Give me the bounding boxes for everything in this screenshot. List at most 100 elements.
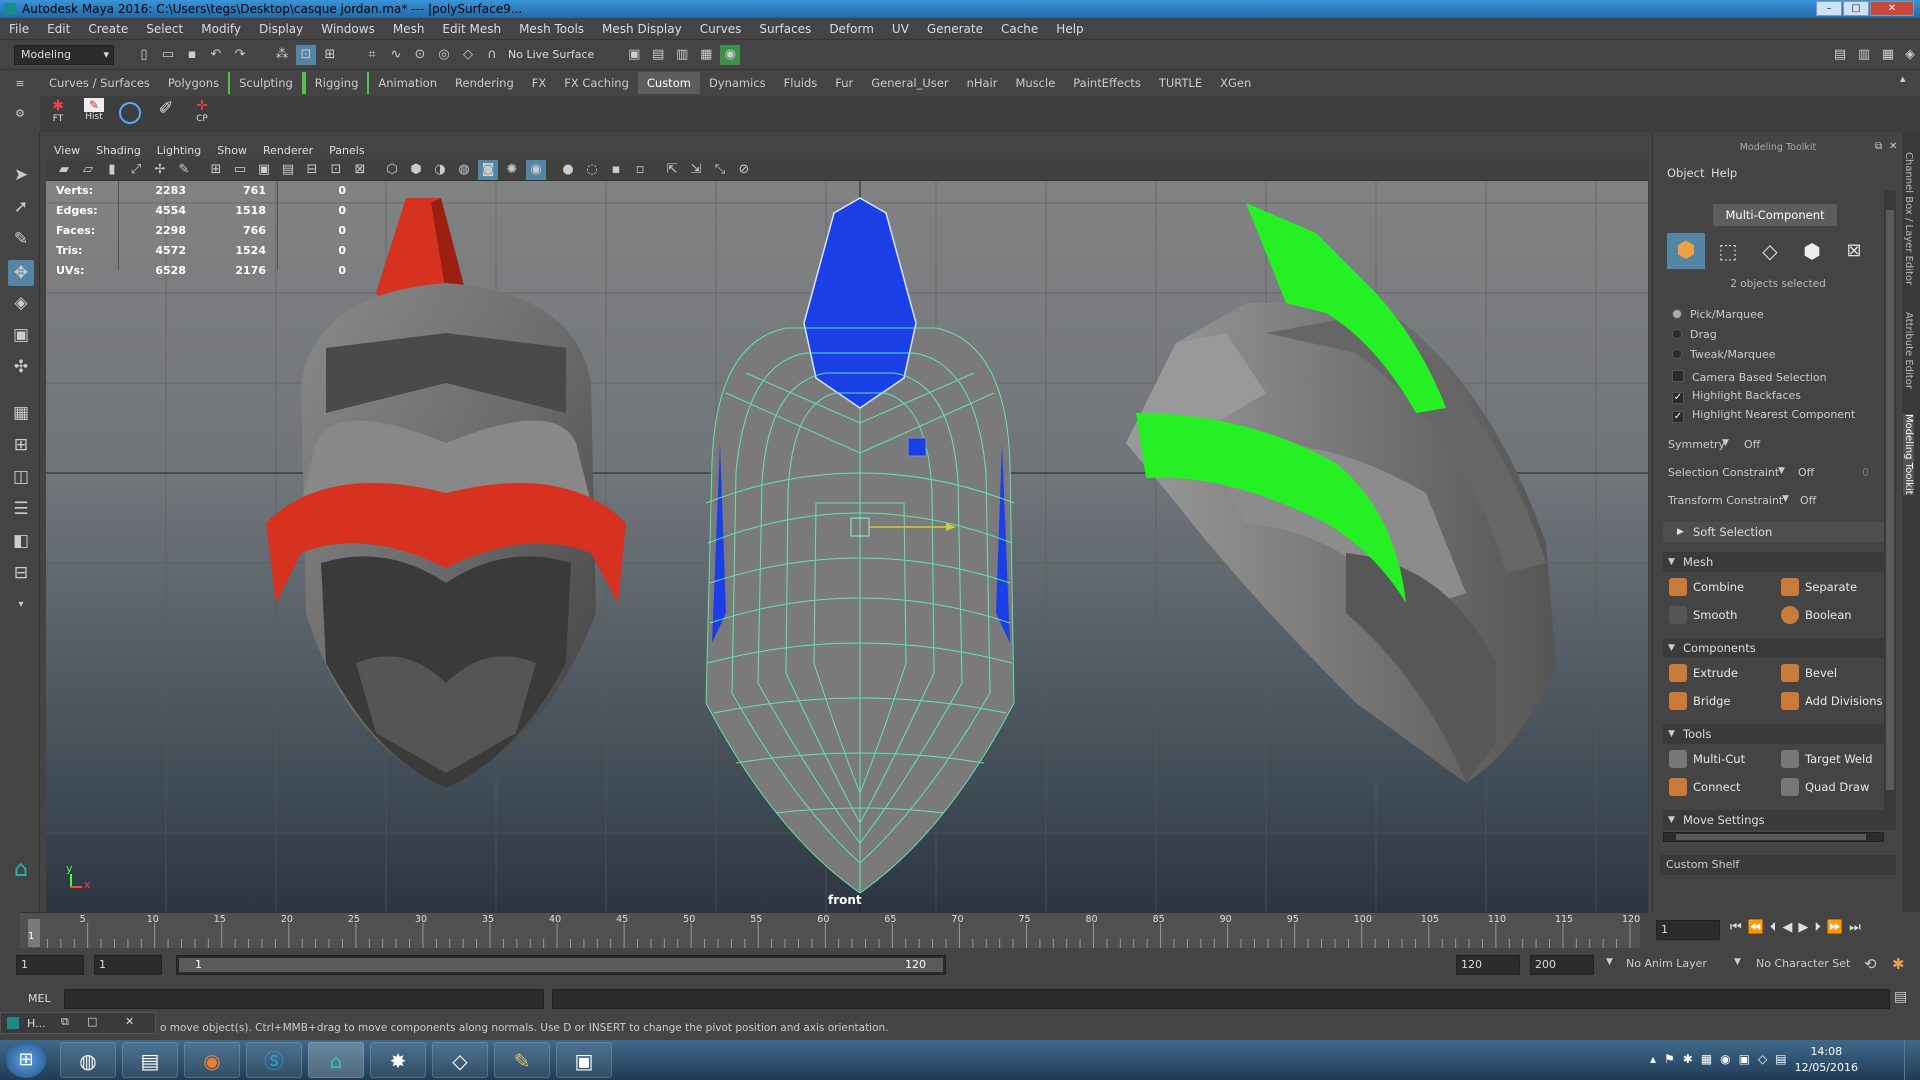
single-layout-icon[interactable]: ▦ (8, 400, 34, 426)
render-frame-icon[interactable]: ▤ (648, 45, 668, 65)
highlight-nearest-checkbox[interactable]: Highlight Nearest Component (1672, 408, 1855, 423)
highlight-backfaces-checkbox[interactable]: Highlight Backfaces (1672, 389, 1801, 404)
range-slider-handle[interactable] (179, 958, 943, 972)
tab-channel-box[interactable]: Channel Box / Layer Editor (1903, 152, 1914, 285)
tab-painteffects[interactable]: PaintEffects (1064, 72, 1150, 94)
undo-icon[interactable]: ↶ (206, 45, 226, 65)
tab-curves-surfaces[interactable]: Curves / Surfaces (40, 72, 159, 94)
camera-select-icon[interactable]: ▰ (54, 160, 74, 180)
redo-icon[interactable]: ↷ (230, 45, 250, 65)
start-button-icon[interactable]: ⊞ (6, 1042, 46, 1078)
paint-tool-button[interactable]: ✐ (151, 98, 181, 130)
isolate-select-icon[interactable]: ⇱ (662, 160, 682, 180)
vertex-mode-icon[interactable]: ⬚ (1709, 233, 1747, 269)
taskbar-clock[interactable]: 14:08 12/05/2016 (1795, 1044, 1858, 1076)
two-d-pan-icon[interactable]: ✢ (150, 160, 170, 180)
toolkit-vscrollbar-thumb[interactable] (1886, 210, 1894, 790)
smooth-shade-icon[interactable]: ⬢ (406, 160, 426, 180)
start-time-field[interactable]: 1 (16, 955, 84, 975)
menu-mesh[interactable]: Mesh (384, 18, 434, 40)
vp-menu-lighting[interactable]: Lighting (149, 143, 209, 159)
maximize-icon[interactable]: □ (87, 1015, 97, 1028)
menu-help[interactable]: Help (1047, 18, 1092, 40)
quad-draw-button[interactable]: Quad Draw (1775, 775, 1885, 799)
restore-icon[interactable]: ⧉ (61, 1015, 69, 1029)
layout-split-icon[interactable]: ⊟ (8, 560, 34, 586)
pick-marquee-radio[interactable]: Pick/Marquee (1672, 308, 1764, 321)
wireframe-on-shaded-icon[interactable]: ◑ (430, 160, 450, 180)
command-input[interactable] (64, 989, 544, 1009)
snap-curve-icon[interactable]: ∿ (386, 45, 406, 65)
chevron-down-icon[interactable]: ▼ (1734, 957, 1741, 967)
grease-pencil-icon[interactable]: ✎ (174, 160, 194, 180)
show-desktop-button[interactable] (1904, 1040, 1920, 1080)
system-tray[interactable]: ▴⚑✱▦◉▣◇▤ (1650, 1052, 1795, 1066)
tab-modeling-toolkit[interactable]: Modeling Toolkit (1903, 414, 1914, 495)
tab-attribute-editor[interactable]: Attribute Editor (1903, 312, 1914, 389)
explorer-icon[interactable]: ▤ (122, 1042, 178, 1078)
toolkit-scrollbar-thumb[interactable] (1676, 834, 1866, 840)
script-editor-icon[interactable]: ▤ (1894, 989, 1907, 1005)
nurbs-circle-button[interactable] (115, 98, 145, 130)
live-surface-field[interactable]: No Live Surface (508, 48, 594, 61)
step-back-key-icon[interactable]: ⏪ (1748, 920, 1770, 935)
menu-mesh-display[interactable]: Mesh Display (593, 18, 691, 40)
chevron-down-icon[interactable]: ▼ (1778, 466, 1785, 476)
grid-toggle-icon[interactable]: ⊞ (206, 160, 226, 180)
step-forward-icon[interactable]: ⏵ (1814, 920, 1827, 935)
toggle-channelbox-icon[interactable]: ▦ (1878, 45, 1898, 65)
render-settings-icon[interactable]: ▦ (696, 45, 716, 65)
toolkit-scrollbar[interactable] (1663, 832, 1884, 842)
menu-select[interactable]: Select (137, 18, 192, 40)
xray-joints-icon[interactable]: ⇲ (686, 160, 706, 180)
tab-general-user[interactable]: General_User (862, 72, 957, 94)
character-set-dropdown[interactable]: No Character Set (1756, 957, 1850, 970)
toolkit-vscrollbar[interactable] (1884, 190, 1896, 830)
mesh-section-header[interactable]: Mesh (1663, 552, 1884, 572)
snap-magnet-icon[interactable]: ∩ (482, 45, 502, 65)
tab-animation[interactable]: Animation (369, 72, 446, 94)
gate-mask-icon[interactable]: ▤ (278, 160, 298, 180)
range-slider[interactable]: 1 120 (176, 955, 946, 975)
helmet-front-model[interactable] (266, 198, 626, 788)
anim-layer-dropdown[interactable]: No Anim Layer (1626, 957, 1707, 970)
toggle-attribute-icon[interactable]: ▤ (1830, 45, 1850, 65)
chevron-down-icon[interactable]: ▼ (1722, 438, 1729, 448)
step-back-icon[interactable]: ⏴ (1770, 920, 1783, 935)
new-scene-icon[interactable]: ▯ (134, 45, 154, 65)
select-component-icon[interactable]: ⊞ (320, 45, 340, 65)
soft-selection-section[interactable]: ▶ Soft Selection (1663, 522, 1884, 542)
menu-windows[interactable]: Windows (312, 18, 384, 40)
outliner-layout-icon[interactable]: ◧ (8, 528, 34, 554)
firefox-icon[interactable]: ◉ (184, 1042, 240, 1078)
mode-dropdown[interactable]: Modeling ▾ (14, 44, 114, 65)
close-icon[interactable]: ✕ (125, 1015, 134, 1028)
menu-surfaces[interactable]: Surfaces (750, 18, 820, 40)
steam-icon[interactable]: ◍ (60, 1042, 116, 1078)
save-scene-icon[interactable]: ▪ (182, 45, 202, 65)
add-divisions-button[interactable]: Add Divisions (1775, 689, 1885, 713)
safe-action-icon[interactable]: ⊡ (326, 160, 346, 180)
vp-menu-panels[interactable]: Panels (321, 143, 372, 159)
safe-title-icon[interactable]: ⊠ (350, 160, 370, 180)
playback-end-field[interactable]: 120 (1456, 955, 1520, 975)
vp-menu-view[interactable]: View (46, 143, 88, 159)
close-button[interactable]: ✕ (1870, 1, 1914, 16)
separate-button[interactable]: Separate (1775, 575, 1885, 599)
bevel-button[interactable]: Bevel (1775, 661, 1885, 685)
float-panel-icon[interactable]: ⧉ (1875, 141, 1882, 152)
components-section-header[interactable]: Components (1663, 638, 1884, 658)
helmet-wireframe-model[interactable] (705, 197, 1015, 894)
tab-turtle[interactable]: TURTLE (1150, 72, 1211, 94)
shelf-menu-icon[interactable]: ≡ (0, 77, 40, 90)
menu-edit[interactable]: Edit (38, 18, 79, 40)
edge-mode-icon[interactable]: ◇ (1751, 233, 1789, 269)
image-plane-icon[interactable]: ⤢ (126, 160, 146, 180)
menu-mesh-tools[interactable]: Mesh Tools (510, 18, 593, 40)
move-settings-section-header[interactable]: Move Settings (1663, 810, 1884, 830)
time-slider[interactable]: 1 5 10 15 20 25 30 35 40 45 50 55 60 65 70 75 80 85 90 95 1… (20, 912, 1640, 949)
minimize-button[interactable]: – (1816, 1, 1842, 16)
wireframe-icon[interactable]: ⬡ (382, 160, 402, 180)
snap-view-icon[interactable]: ◎ (434, 45, 454, 65)
tab-custom[interactable]: Custom (637, 72, 700, 94)
